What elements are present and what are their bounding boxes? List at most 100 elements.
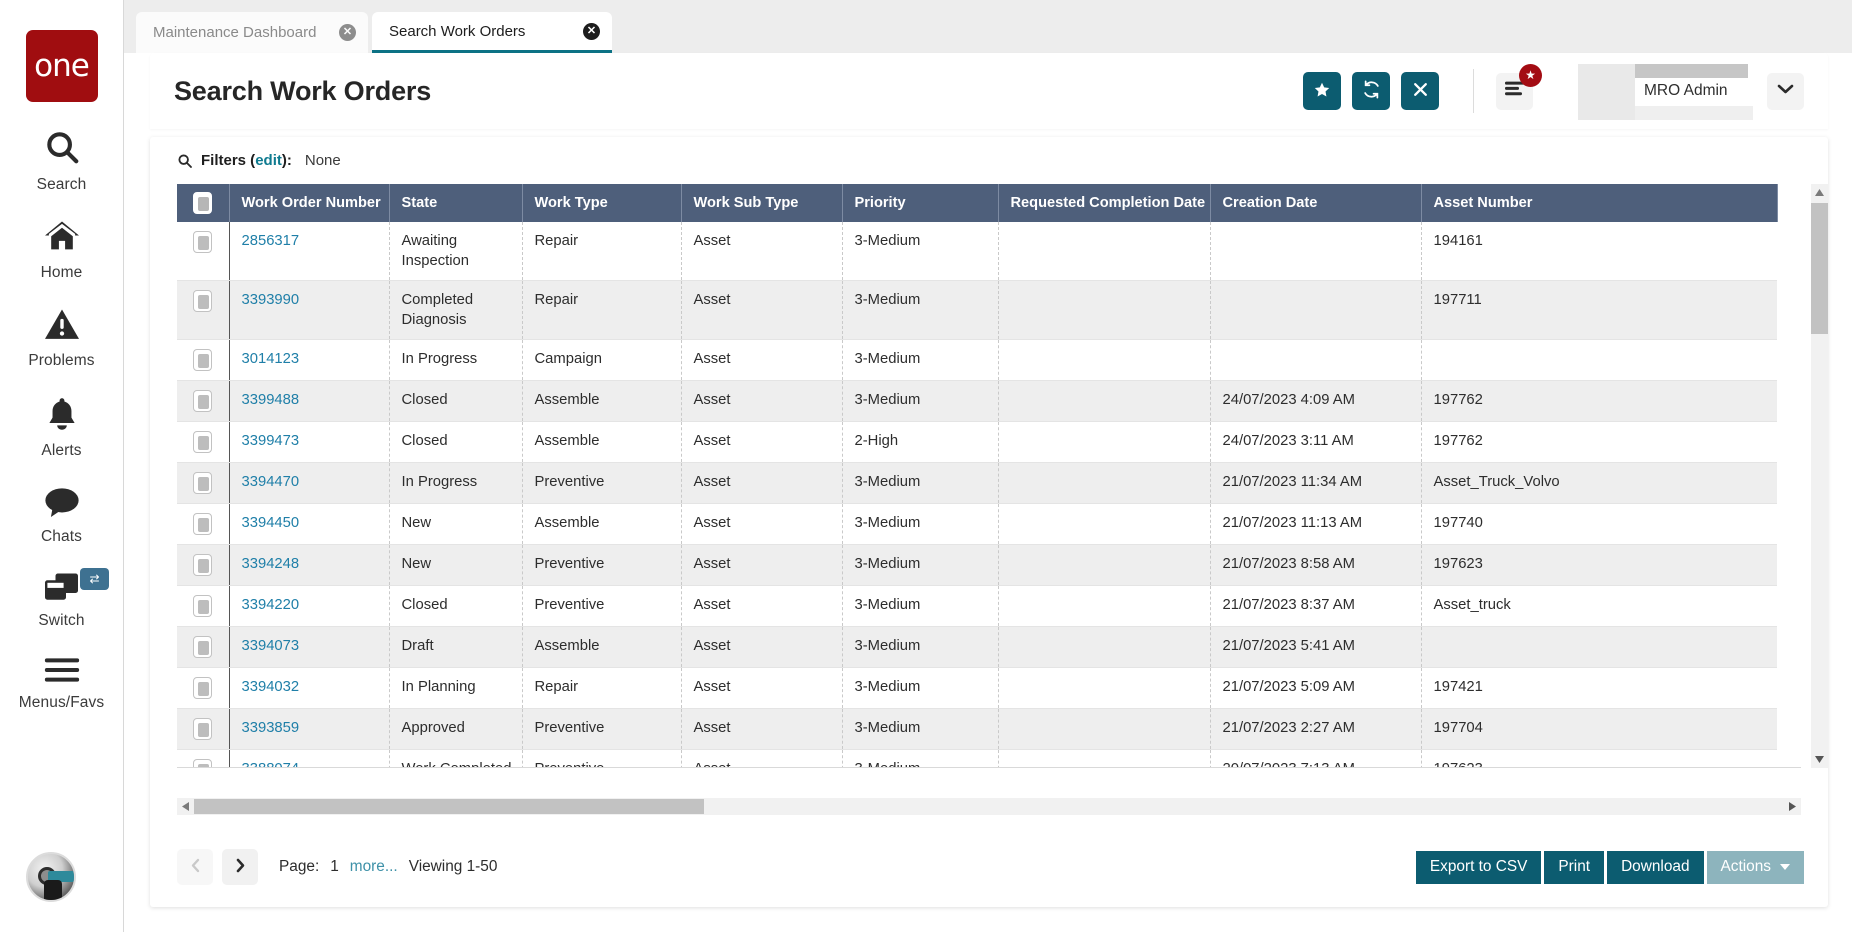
avatar[interactable]: [26, 852, 76, 902]
column-header-work-type[interactable]: Work Type: [522, 184, 682, 222]
column-header-creation-date[interactable]: Creation Date: [1210, 184, 1422, 222]
close-circle-icon[interactable]: ✕: [339, 24, 356, 41]
scroll-right-arrow[interactable]: [1784, 798, 1801, 815]
table-row[interactable]: 3014123 In Progress Campaign Asset 3-Medium: [177, 339, 1777, 382]
sidebar-item-home[interactable]: Home: [0, 220, 123, 282]
user-profile[interactable]: MRO Admin: [1578, 62, 1753, 120]
checkbox-icon[interactable]: [193, 231, 213, 253]
cell-work-order-number[interactable]: 3399473: [229, 421, 390, 464]
cell-work-order-number[interactable]: 3014123: [229, 339, 390, 382]
sidebar-item-search[interactable]: Search: [0, 128, 123, 194]
work-order-link[interactable]: 3394220: [242, 597, 300, 613]
actions-dropdown-button[interactable]: Actions: [1706, 850, 1804, 884]
work-order-link[interactable]: 3399473: [242, 433, 300, 449]
favorite-button[interactable]: [1303, 72, 1341, 110]
row-select-cell[interactable]: [177, 585, 230, 628]
swap-arrows-icon[interactable]: ⇄: [80, 568, 109, 590]
refresh-button[interactable]: [1352, 72, 1390, 110]
row-select-cell[interactable]: [177, 339, 230, 382]
table-row[interactable]: 3393859 Approved Preventive Asset 3-Medium 21…: [177, 708, 1777, 751]
row-select-cell[interactable]: [177, 544, 230, 587]
column-header-requested-completion-date[interactable]: Requested Completion Date: [998, 184, 1211, 222]
row-select-cell[interactable]: [177, 708, 230, 751]
column-header-priority[interactable]: Priority: [842, 184, 999, 222]
table-row[interactable]: 2856317 Awaiting Inspection Repair Asset 3-M…: [177, 222, 1777, 282]
row-select-cell[interactable]: [177, 462, 230, 505]
cell-work-order-number[interactable]: 3394032: [229, 667, 390, 710]
cell-work-order-number[interactable]: 2856317: [229, 222, 390, 282]
row-select-cell[interactable]: [177, 503, 230, 546]
checkbox-icon[interactable]: [193, 595, 213, 618]
table-row[interactable]: 3394450 New Assemble Asset 3-Medium 21/07/202…: [177, 503, 1777, 546]
export-to-csv-button[interactable]: Export to CSV: [1415, 850, 1542, 884]
work-order-link[interactable]: 3014123: [242, 351, 300, 367]
sidebar-item-menus-favs[interactable]: Menus/Favs: [0, 656, 123, 712]
horizontal-scrollbar-thumb[interactable]: [194, 799, 704, 814]
user-menu-button[interactable]: [1767, 72, 1804, 110]
download-button[interactable]: Download: [1607, 850, 1704, 884]
next-page-button[interactable]: [222, 849, 258, 885]
vertical-scrollbar[interactable]: [1811, 184, 1828, 768]
table-row[interactable]: 3393990 Completed Diagnosis Repair Asset 3-M…: [177, 280, 1777, 341]
cell-work-order-number[interactable]: 3394248: [229, 544, 390, 587]
print-button[interactable]: Print: [1544, 850, 1605, 884]
row-select-cell[interactable]: [177, 280, 230, 341]
checkbox-icon[interactable]: [193, 636, 213, 659]
select-all-header[interactable]: [177, 184, 230, 222]
column-header-state[interactable]: State: [389, 184, 523, 222]
scroll-down-arrow[interactable]: [1811, 751, 1828, 768]
row-select-cell[interactable]: [177, 222, 230, 282]
column-header-work-order-number[interactable]: Work Order Number: [229, 184, 390, 222]
cell-work-order-number[interactable]: 3399488: [229, 380, 390, 423]
checkbox-icon[interactable]: [193, 290, 213, 313]
work-order-link[interactable]: 3393990: [242, 292, 300, 308]
column-header-asset-number[interactable]: Asset Number: [1421, 184, 1778, 222]
column-header-work-sub-type[interactable]: Work Sub Type: [681, 184, 843, 222]
table-row[interactable]: 3394470 In Progress Preventive Asset 3-Mediu…: [177, 462, 1777, 505]
sidebar-item-chats[interactable]: Chats: [0, 486, 123, 546]
checkbox-icon[interactable]: [193, 192, 213, 214]
sidebar-item-problems[interactable]: Problems: [0, 308, 123, 370]
table-row[interactable]: 3399488 Closed Assemble Asset 3-Medium 24/07/…: [177, 380, 1777, 423]
sidebar-item-switch[interactable]: ⇄ Switch: [0, 568, 123, 630]
row-select-cell[interactable]: [177, 421, 230, 464]
previous-page-button[interactable]: [177, 849, 213, 885]
table-row[interactable]: 3394073 Draft Assemble Asset 3-Medium 21/07/2…: [177, 626, 1777, 669]
checkbox-icon[interactable]: [193, 472, 213, 495]
menus-button[interactable]: ★: [1496, 63, 1542, 110]
work-order-link[interactable]: 3393859: [242, 720, 300, 736]
more-pages-link[interactable]: more...: [350, 858, 398, 876]
checkbox-icon[interactable]: [193, 718, 213, 741]
table-row[interactable]: 3394032 In Planning Repair Asset 3-Medium 21/…: [177, 667, 1777, 710]
cell-work-order-number[interactable]: 3388074: [229, 749, 390, 767]
checkbox-icon[interactable]: [193, 390, 213, 413]
table-row[interactable]: 3394248 New Preventive Asset 3-Medium 21/07/2…: [177, 544, 1777, 587]
work-order-link[interactable]: 3394470: [242, 474, 300, 490]
row-select-cell[interactable]: [177, 380, 230, 423]
checkbox-icon[interactable]: [193, 759, 213, 767]
cell-work-order-number[interactable]: 3394073: [229, 626, 390, 669]
table-row[interactable]: 3394220 Closed Preventive Asset 3-Medium 21/0…: [177, 585, 1777, 628]
table-row[interactable]: 3399473 Closed Assemble Asset 2-High 24/07/20…: [177, 421, 1777, 464]
cell-work-order-number[interactable]: 3394470: [229, 462, 390, 505]
work-order-link[interactable]: 3388074: [242, 761, 300, 767]
checkbox-icon[interactable]: [193, 677, 213, 700]
tab-maintenance-dashboard[interactable]: Maintenance Dashboard ✕: [136, 12, 368, 53]
row-select-cell[interactable]: [177, 626, 230, 669]
sidebar-item-alerts[interactable]: Alerts: [0, 396, 123, 460]
row-select-cell[interactable]: [177, 749, 230, 767]
checkbox-icon[interactable]: [193, 349, 213, 372]
cell-work-order-number[interactable]: 3393990: [229, 280, 390, 341]
table-row[interactable]: 3388074 Work CompletedPreventiveAsset3-Me…: [177, 749, 1777, 767]
work-order-link[interactable]: 3394450: [242, 515, 300, 531]
work-order-link[interactable]: 3394073: [242, 638, 300, 654]
cell-work-order-number[interactable]: 3393859: [229, 708, 390, 751]
filters-edit-link[interactable]: edit: [255, 152, 282, 169]
checkbox-icon[interactable]: [193, 431, 213, 454]
work-order-link[interactable]: 2856317: [242, 233, 300, 249]
tab-search-work-orders[interactable]: Search Work Orders ✕: [372, 12, 612, 53]
row-select-cell[interactable]: [177, 667, 230, 710]
cell-work-order-number[interactable]: 3394220: [229, 585, 390, 628]
brand-logo[interactable]: one: [25, 30, 98, 102]
work-order-link[interactable]: 3394032: [242, 679, 300, 695]
